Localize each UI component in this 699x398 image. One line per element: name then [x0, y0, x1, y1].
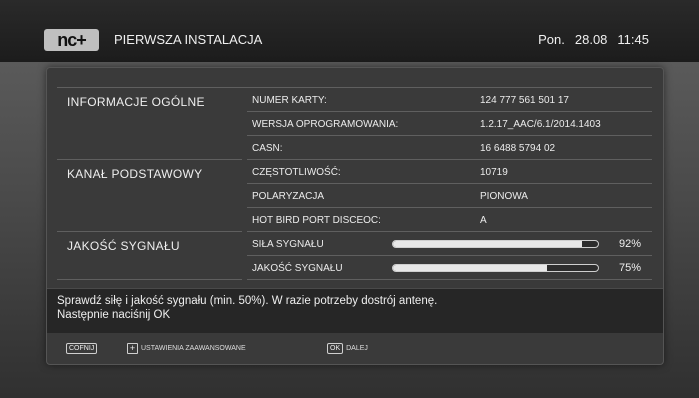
- info-row-polarization: POLARYZACJA PIONOWA: [252, 184, 642, 208]
- nc-plus-logo: nc+: [44, 29, 99, 51]
- info-row-frequency: CZĘSTOTLIWOŚĆ: 10719: [252, 160, 642, 184]
- signal-quality-fill: [393, 265, 547, 271]
- installation-panel: INFORMACJE OGÓLNE KANAŁ PODSTAWOWY JAKOŚ…: [46, 67, 664, 365]
- back-button[interactable]: COFNIJ: [66, 343, 98, 354]
- signal-quality-percent: 75%: [619, 262, 642, 274]
- info-row-casn: CASN: 16 6488 5794 02: [252, 136, 642, 160]
- info-row-software-version: WERSJA OPROGRAMOWANIA: 1.2.17_AAC/6.1/20…: [252, 112, 642, 136]
- section-general-info: INFORMACJE OGÓLNE: [67, 95, 205, 109]
- instruction-box: Sprawdź siłę i jakość sygnału (min. 50%)…: [47, 288, 663, 333]
- day-label: Pon.: [538, 32, 565, 47]
- divider: [57, 159, 242, 160]
- row-label: HOT BIRD PORT DISCEOC:: [252, 215, 381, 226]
- instruction-line-1: Sprawdź siłę i jakość sygnału (min. 50%)…: [57, 295, 438, 307]
- divider: [57, 231, 242, 232]
- top-bar: nc+ PIERWSZA INSTALACJA Pon. 28.08 11:45: [0, 0, 699, 62]
- advanced-settings-button[interactable]: + USTAWIENIA ZAAWANSOWANE: [127, 343, 246, 354]
- section-base-channel: KANAŁ PODSTAWOWY: [67, 167, 203, 181]
- instruction-line-2: Następnie naciśnij OK: [57, 309, 171, 321]
- plus-icon: +: [127, 343, 138, 354]
- signal-strength-percent: 92%: [619, 238, 642, 250]
- ok-key-label: OK: [327, 343, 344, 354]
- row-value: 10719: [480, 167, 508, 178]
- signal-strength-row: SIŁA SYGNAŁU 92%: [252, 232, 642, 256]
- date-label: 28.08: [574, 32, 608, 47]
- section-signal-quality: JAKOŚĆ SYGNAŁU: [67, 239, 180, 253]
- row-label: POLARYZACJA: [252, 191, 325, 202]
- back-key-label: COFNIJ: [66, 343, 98, 354]
- page-title: PIERWSZA INSTALACJA: [114, 32, 263, 47]
- footer-keys: COFNIJ + USTAWIENIA ZAAWANSOWANE OK DALE…: [47, 336, 663, 362]
- row-label: NUMER KARTY:: [252, 95, 327, 106]
- row-value: 1.2.17_AAC/6.1/2014.1403: [480, 119, 601, 130]
- row-label: WERSJA OPROGRAMOWANIA:: [252, 119, 399, 130]
- date-time: Pon. 28.08 11:45: [538, 32, 649, 47]
- advanced-settings-label: USTAWIENIA ZAAWANSOWANE: [141, 345, 246, 352]
- divider: [57, 279, 242, 280]
- signal-strength-label: SIŁA SYGNAŁU: [252, 239, 324, 250]
- row-label: CZĘSTOTLIWOŚĆ:: [252, 167, 341, 178]
- next-button[interactable]: OK DALEJ: [327, 343, 368, 354]
- info-row-diseqc-port: HOT BIRD PORT DISCEOC: A: [252, 208, 642, 232]
- signal-quality-label: JAKOŚĆ SYGNAŁU: [252, 263, 343, 274]
- next-label: DALEJ: [346, 345, 368, 352]
- row-value: PIONOWA: [480, 191, 528, 202]
- time-label: 11:45: [617, 32, 649, 47]
- signal-quality-bar: [392, 264, 599, 272]
- info-row-card-number: NUMER KARTY: 124 777 561 501 17: [252, 88, 642, 112]
- signal-strength-bar: [392, 240, 599, 248]
- signal-strength-fill: [393, 241, 582, 247]
- row-value: 124 777 561 501 17: [480, 95, 569, 106]
- signal-quality-row: JAKOŚĆ SYGNAŁU 75%: [252, 256, 642, 280]
- row-label: CASN:: [252, 143, 283, 154]
- row-value: A: [480, 215, 487, 226]
- row-value: 16 6488 5794 02: [480, 143, 556, 154]
